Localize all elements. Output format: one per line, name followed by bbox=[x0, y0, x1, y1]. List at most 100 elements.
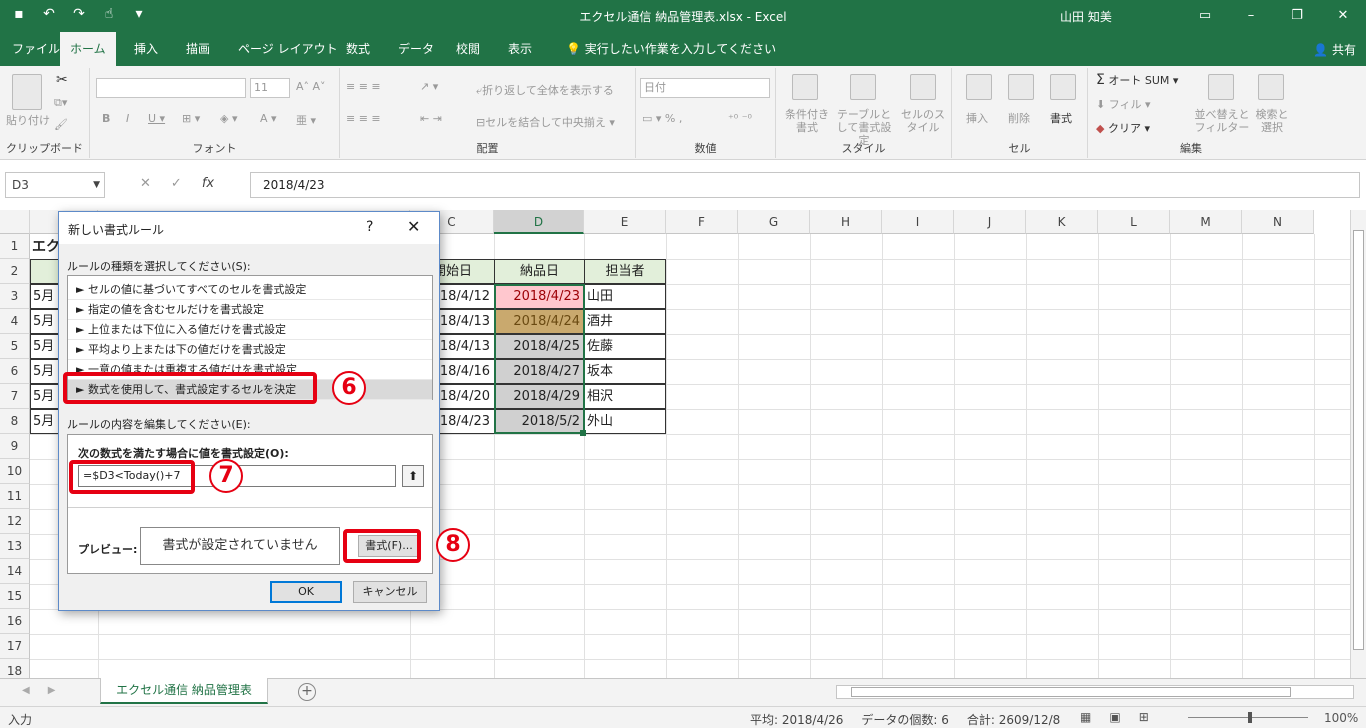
row-header[interactable]: 4 bbox=[0, 309, 30, 334]
table-cell[interactable]: 相沢 bbox=[584, 384, 666, 409]
cut-icon[interactable]: ✂ bbox=[56, 72, 68, 88]
help-icon[interactable]: ? bbox=[366, 219, 373, 235]
sheet-tab-active[interactable]: エクセル通信 納品管理表 bbox=[100, 678, 268, 704]
decimal-icon[interactable]: ⁺⁰ ⁻⁰ bbox=[728, 112, 752, 125]
table-cell[interactable]: 2018/4/27 bbox=[494, 359, 585, 384]
cancel-button[interactable]: キャンセル bbox=[353, 581, 427, 603]
indent-icon[interactable]: ⇤ ⇥ bbox=[420, 112, 442, 125]
header-cell-delivery[interactable]: 納品日 bbox=[494, 259, 585, 284]
table-cell[interactable]: 2018/4/29 bbox=[494, 384, 585, 409]
table-cell[interactable]: 2018/4/25 bbox=[494, 334, 585, 359]
row-header[interactable]: 12 bbox=[0, 509, 30, 534]
row-header[interactable]: 3 bbox=[0, 284, 30, 309]
italic-icon[interactable]: I bbox=[126, 112, 129, 125]
table-cell[interactable]: 山田 bbox=[584, 284, 666, 309]
zoom-level[interactable]: 100% bbox=[1324, 711, 1358, 725]
row-header[interactable]: 7 bbox=[0, 384, 30, 409]
cancel-entry-icon[interactable]: ✕ bbox=[140, 176, 151, 191]
row-header[interactable]: 2 bbox=[0, 259, 30, 284]
ribbon-display-icon[interactable]: ▭ bbox=[1182, 0, 1228, 32]
sort-filter-label[interactable]: 並べ替えとフィルター bbox=[1194, 108, 1250, 134]
user-name[interactable]: 山田 知美 bbox=[1060, 8, 1112, 25]
row-header[interactable]: 10 bbox=[0, 459, 30, 484]
row-header[interactable]: 11 bbox=[0, 484, 30, 509]
currency-icon[interactable]: ▭ ▾ % , bbox=[642, 112, 682, 125]
left-align-icon[interactable]: ≡ ≡ ≡ bbox=[346, 112, 381, 125]
border-icon[interactable]: ⊞ ▾ bbox=[182, 112, 200, 125]
phonetic-icon[interactable]: 亜 ▾ bbox=[296, 112, 316, 128]
vertical-scroll-thumb[interactable] bbox=[1353, 230, 1364, 650]
sheet-nav-arrows-icon[interactable]: ◀▶ bbox=[22, 685, 73, 696]
fill-handle[interactable] bbox=[580, 430, 586, 436]
sort-filter-icon[interactable] bbox=[1208, 74, 1234, 100]
paste-label[interactable]: 貼り付け bbox=[6, 112, 50, 128]
row-header[interactable]: 6 bbox=[0, 359, 30, 384]
table-cell[interactable]: 2018/5/2 bbox=[494, 409, 585, 434]
ok-button[interactable]: OK bbox=[270, 581, 342, 603]
orientation-icon[interactable]: ↗ ▾ bbox=[420, 80, 438, 93]
find-select-icon[interactable] bbox=[1258, 74, 1284, 100]
delete-cells-label[interactable]: 削除 bbox=[1008, 110, 1030, 126]
conditional-format-label[interactable]: 条件付き書式 bbox=[782, 108, 832, 134]
find-select-label[interactable]: 検索と選択 bbox=[1252, 108, 1292, 134]
format-cells-label[interactable]: 書式 bbox=[1050, 110, 1072, 126]
tab-view[interactable]: 表示 bbox=[498, 32, 542, 66]
format-painter-icon[interactable]: 🖌 bbox=[54, 118, 68, 131]
row-header[interactable]: 13 bbox=[0, 534, 30, 559]
row-header[interactable]: 15 bbox=[0, 584, 30, 609]
font-grow-icon[interactable]: A˄ A˅ bbox=[296, 80, 326, 93]
rule-type-item[interactable]: ► 上位または下位に入る値だけを書式設定 bbox=[68, 320, 432, 340]
col-header-m[interactable]: M bbox=[1170, 210, 1242, 234]
vertical-scrollbar[interactable] bbox=[1350, 210, 1366, 678]
format-table-icon[interactable] bbox=[850, 74, 876, 100]
delete-cells-icon[interactable] bbox=[1008, 74, 1034, 100]
col-header-i[interactable]: I bbox=[882, 210, 954, 234]
tab-formulas[interactable]: 数式 bbox=[336, 32, 380, 66]
fill-button[interactable]: ⬇ フィル ▾ bbox=[1096, 96, 1151, 112]
col-header-g[interactable]: G bbox=[738, 210, 810, 234]
table-cell[interactable]: 2018/4/24 bbox=[494, 309, 585, 334]
header-cell-owner[interactable]: 担当者 bbox=[584, 259, 666, 284]
tab-data[interactable]: データ bbox=[388, 32, 444, 66]
rule-type-item[interactable]: ► 平均より上または下の値だけを書式設定 bbox=[68, 340, 432, 360]
normal-view-icon[interactable]: ▦ bbox=[1080, 710, 1091, 724]
zoom-slider-thumb[interactable] bbox=[1248, 712, 1252, 723]
col-header-f[interactable]: F bbox=[666, 210, 738, 234]
col-header-e[interactable]: E bbox=[584, 210, 666, 234]
row-header[interactable]: 14 bbox=[0, 559, 30, 584]
rule-type-item[interactable]: ► 指定の値を含むセルだけを書式設定 bbox=[68, 300, 432, 320]
row-header[interactable]: 16 bbox=[0, 609, 30, 634]
row-header[interactable]: 18 bbox=[0, 659, 30, 678]
row-header[interactable]: 17 bbox=[0, 634, 30, 659]
insert-cells-label[interactable]: 挿入 bbox=[966, 110, 988, 126]
top-align-icon[interactable]: ≡ ≡ ≡ bbox=[346, 80, 381, 93]
font-color-icon[interactable]: A ▾ bbox=[260, 112, 277, 125]
bold-icon[interactable]: B bbox=[102, 112, 110, 125]
row-header[interactable]: 8 bbox=[0, 409, 30, 434]
confirm-entry-icon[interactable]: ✓ bbox=[171, 176, 182, 191]
page-layout-view-icon[interactable]: ▣ bbox=[1109, 710, 1120, 724]
format-cells-icon[interactable] bbox=[1050, 74, 1076, 100]
table-cell[interactable]: 酒井 bbox=[584, 309, 666, 334]
add-sheet-icon[interactable]: + bbox=[298, 683, 316, 701]
col-header-d[interactable]: D bbox=[494, 210, 584, 234]
row-header[interactable]: 1 bbox=[0, 234, 30, 259]
col-header-k[interactable]: K bbox=[1026, 210, 1098, 234]
cell-styles-label[interactable]: セルのスタイル bbox=[900, 108, 946, 134]
row-header[interactable]: 5 bbox=[0, 334, 30, 359]
table-cell[interactable]: 外山 bbox=[584, 409, 666, 434]
number-format-select[interactable]: 日付 bbox=[640, 78, 770, 98]
close-window-icon[interactable]: ✕ bbox=[1320, 0, 1366, 32]
font-name-input[interactable] bbox=[96, 78, 246, 98]
chevron-down-icon[interactable]: ▼ bbox=[93, 173, 100, 197]
horizontal-scroll-thumb[interactable] bbox=[851, 687, 1291, 697]
tab-draw[interactable]: 描画 bbox=[176, 32, 220, 66]
table-cell[interactable]: 2018/4/23 bbox=[494, 284, 585, 309]
collapse-dialog-icon[interactable]: ⬆ bbox=[402, 465, 424, 487]
share-button[interactable]: 👤 共有 bbox=[1313, 41, 1356, 58]
tell-me-box[interactable]: 💡 実行したい作業を入力してください bbox=[556, 32, 786, 66]
paste-icon[interactable] bbox=[12, 74, 42, 110]
minimize-icon[interactable]: – bbox=[1228, 0, 1274, 32]
table-cell[interactable]: 佐藤 bbox=[584, 334, 666, 359]
insert-function-icon[interactable]: fx bbox=[202, 176, 214, 191]
